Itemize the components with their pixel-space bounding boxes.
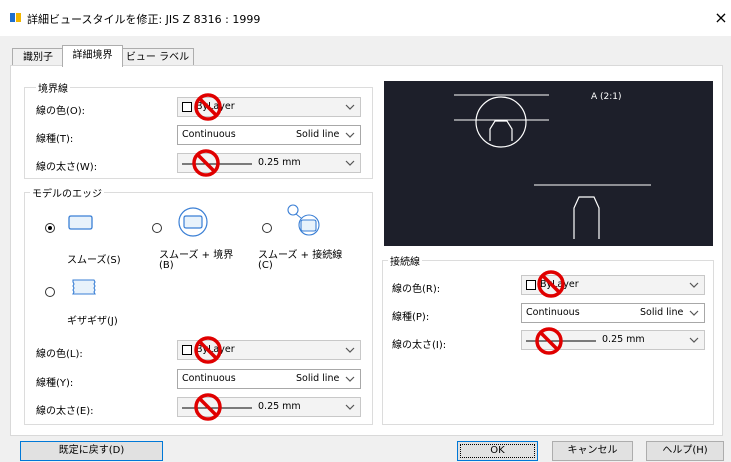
chevron-down-icon: [689, 337, 699, 343]
boundary-color-label: 線の色(O):: [36, 106, 86, 117]
connection-lineweight-value: 0.25 mm: [602, 334, 645, 345]
connection-color-label: 線の色(R):: [392, 284, 441, 295]
smooth-connection-label-line2: (C): [258, 260, 273, 271]
chevron-down-icon: [689, 282, 699, 288]
smooth-connection-label: スムーズ + 接続線 (C): [258, 251, 342, 271]
tab-identifier[interactable]: 識別子: [12, 48, 64, 66]
jagged-radio[interactable]: [45, 287, 55, 297]
connection-linetype-combo[interactable]: Continuous Solid line: [521, 303, 705, 323]
connection-linetype-value: Continuous: [526, 307, 580, 318]
chevron-down-icon: [345, 347, 355, 353]
smooth-connection-radio[interactable]: [262, 223, 272, 233]
smooth-edge-icon: [68, 215, 93, 230]
window-title: 詳細ビュースタイルを修正: JIS Z 8316 : 1999: [27, 13, 261, 26]
jagged-edge-icon: [72, 279, 96, 295]
smooth-boundary-icon: [178, 207, 208, 237]
color-swatch: [182, 102, 192, 112]
app-icon: [10, 13, 21, 22]
radio-selected-dot: [48, 226, 52, 230]
smooth-connection-icon: [287, 204, 320, 236]
color-swatch: [526, 280, 536, 290]
chevron-down-icon: [345, 132, 355, 138]
boundary-linetype-desc: Solid line: [296, 129, 340, 140]
boundary-lineweight-label: 線の太さ(W):: [36, 162, 98, 173]
no-entry-icon: [192, 149, 220, 177]
chevron-down-icon: [345, 376, 355, 382]
color-swatch: [182, 345, 192, 355]
jagged-label: ギザギザ(J): [67, 316, 118, 327]
connection-linetype-desc: Solid line: [640, 307, 684, 318]
model-edge-group-label: モデルのエッジ: [30, 185, 104, 200]
close-button[interactable]: ×: [712, 7, 730, 29]
preview-drawing: [454, 94, 651, 239]
edge-color-label: 線の色(L):: [36, 349, 83, 360]
smooth-boundary-label: スムーズ + 境界 (B): [159, 251, 233, 271]
help-button[interactable]: ヘルプ(H): [646, 441, 724, 461]
edge-lineweight-label: 線の太さ(E):: [36, 406, 94, 417]
chevron-down-icon: [345, 104, 355, 110]
edge-linetype-combo[interactable]: Continuous Solid line: [177, 369, 361, 389]
connection-linetype-label: 線種(P):: [392, 312, 430, 323]
no-entry-icon: [194, 336, 222, 364]
smooth-radio[interactable]: [45, 223, 55, 233]
boundary-linetype-label: 線種(T):: [36, 134, 74, 145]
no-entry-icon: [194, 393, 222, 421]
edge-linetype-desc: Solid line: [296, 373, 340, 384]
focus-rect: [460, 444, 535, 458]
preview-label: A (2:1): [591, 92, 622, 102]
no-entry-icon: [537, 270, 565, 298]
connection-lineweight-label: 線の太さ(I):: [392, 340, 447, 351]
no-entry-icon: [194, 93, 222, 121]
cancel-button[interactable]: キャンセル: [552, 441, 633, 461]
chevron-down-icon: [689, 310, 699, 316]
reset-defaults-button[interactable]: 既定に戻す(D): [20, 441, 163, 461]
edge-linetype-label: 線種(Y):: [36, 378, 74, 389]
boundary-linetype-value: Continuous: [182, 129, 236, 140]
tab-detail-boundary[interactable]: 詳細境界: [62, 45, 123, 67]
tab-view-label[interactable]: ビュー ラベル: [121, 48, 194, 66]
boundary-lineweight-value: 0.25 mm: [258, 157, 301, 168]
no-entry-icon: [535, 327, 563, 355]
chevron-down-icon: [345, 160, 355, 166]
edge-lineweight-value: 0.25 mm: [258, 401, 301, 412]
smooth-label: スムーズ(S): [67, 255, 121, 266]
connection-group-label: 接続線: [388, 253, 422, 268]
chevron-down-icon: [345, 404, 355, 410]
boundary-group-label: 境界線: [36, 80, 70, 95]
ok-button[interactable]: OK: [457, 441, 538, 461]
boundary-linetype-combo[interactable]: Continuous Solid line: [177, 125, 361, 145]
smooth-boundary-label-line2: (B): [159, 260, 174, 271]
edge-linetype-value: Continuous: [182, 373, 236, 384]
smooth-boundary-radio[interactable]: [152, 223, 162, 233]
detail-preview: A (2:1): [384, 81, 713, 246]
